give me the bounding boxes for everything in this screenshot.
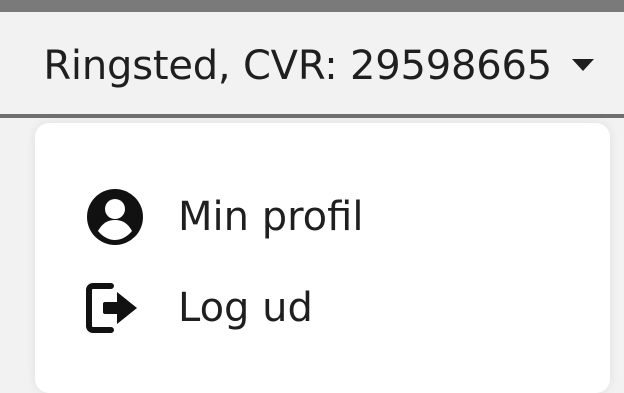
sign-out-icon (85, 278, 147, 338)
user-circle-icon (85, 187, 147, 247)
menu-item-label: Log ud (178, 285, 313, 331)
menu-item-log-ud[interactable]: Log ud (85, 278, 313, 338)
header-bar: Ringsted, CVR: 29598665 (0, 12, 624, 118)
user-dropdown-menu: Min profil Log ud (35, 123, 610, 393)
company-selector-label[interactable]: Ringsted, CVR: 29598665 (43, 43, 552, 89)
caret-down-icon[interactable] (572, 59, 594, 71)
window-top-border (0, 0, 624, 12)
menu-item-label: Min profil (178, 194, 364, 240)
menu-item-min-profil[interactable]: Min profil (85, 187, 363, 247)
